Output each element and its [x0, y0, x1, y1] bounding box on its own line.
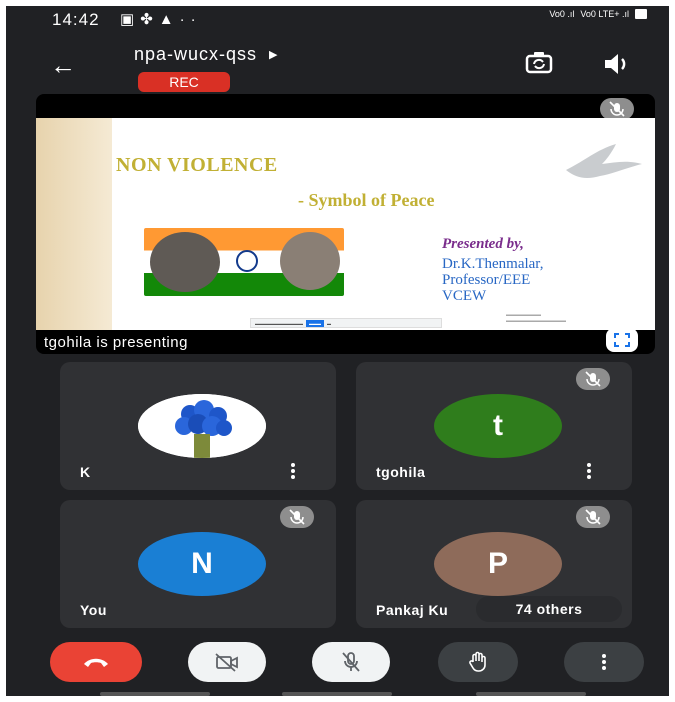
presenter-details: Dr.K.Thenmalar, Professor/EEE VCEW: [442, 256, 543, 304]
warning-icon: ▲: [158, 11, 180, 28]
gallery-icon: ▣: [120, 11, 141, 28]
shared-slide: NON VIOLENCE - Symbol of Peace Presented…: [36, 118, 655, 330]
participant-name: You: [80, 602, 107, 618]
participant-tile-tgohila[interactable]: t tgohila: [356, 362, 632, 490]
dove-icon: [566, 144, 642, 178]
share-bar-text: ▬▬▬▬▬▬▬▬▬▬▬▬: [255, 320, 303, 326]
fullscreen-icon: [614, 333, 630, 347]
muted-mic-icon: [576, 368, 610, 390]
avatar: t: [434, 394, 562, 458]
back-arrow-icon[interactable]: ←: [50, 52, 76, 78]
camera-toggle-button[interactable]: [188, 642, 266, 682]
muted-mic-icon: [576, 506, 610, 528]
participant-tile-you[interactable]: N You: [60, 500, 336, 628]
slide-border-decoration: [36, 118, 112, 330]
status-time: 14:42: [52, 10, 100, 29]
nav-handle-center: [282, 692, 392, 696]
stop-sharing-button: ▬▬▬: [306, 319, 324, 327]
meeting-code: npa-wucx-qss: [134, 44, 258, 64]
others-count-chip[interactable]: 74 others: [476, 596, 622, 622]
avatar: N: [138, 532, 266, 596]
meet-screen: 14:42 ▣✤▲·· Vo0 .ıl Vo0 LTE+ .ıl ← npa-w…: [6, 6, 669, 696]
slack-icon: ✤: [140, 11, 159, 28]
presenter-institution: VCEW: [442, 288, 487, 304]
screen-share-bar: ▬▬▬▬▬▬▬▬▬▬▬▬ ▬▬▬ ▬: [250, 318, 442, 328]
presenting-caption: tgohila is presenting: [44, 334, 188, 351]
slide-subtitle: - Symbol of Peace: [298, 190, 435, 210]
mic-toggle-button[interactable]: [312, 642, 390, 682]
avatar: [138, 394, 266, 458]
participant-name: tgohila: [376, 464, 426, 480]
presented-by-label: Presented by,: [442, 236, 524, 252]
more-dots-icon: ··: [179, 11, 202, 28]
expand-arrow-icon: ▶: [269, 49, 279, 61]
participant-name: K: [80, 464, 91, 480]
meeting-title[interactable]: npa-wucx-qss ▶: [134, 44, 279, 65]
recording-badge: REC: [138, 72, 230, 92]
fullscreen-button[interactable]: [606, 328, 638, 352]
chakra-icon: [236, 250, 258, 272]
participant-tile-k[interactable]: K: [60, 362, 336, 490]
sim1-signal-icon: Vo0 .ıl: [549, 9, 575, 19]
slide-title: NON VIOLENCE: [116, 154, 278, 176]
network-indicators: Vo0 .ıl Vo0 LTE+ .ıl: [549, 9, 647, 19]
more-options-icon[interactable]: [288, 460, 298, 482]
mic-off-icon: [342, 652, 360, 672]
raise-hand-icon: [469, 651, 486, 672]
avatar: P: [434, 532, 562, 596]
leaders-image: [144, 228, 344, 296]
notification-icons: ▣✤▲··: [120, 10, 202, 28]
switch-camera-icon[interactable]: [524, 50, 554, 76]
status-bar: 14:42 ▣✤▲·· Vo0 .ıl Vo0 LTE+ .ıl: [6, 6, 669, 34]
hide-button: ▬: [327, 320, 331, 326]
raise-hand-button[interactable]: [438, 642, 518, 682]
participant-name: Pankaj Ku: [376, 602, 449, 618]
nav-handle-left: [100, 692, 210, 696]
presentation-view[interactable]: NON VIOLENCE - Symbol of Peace Presented…: [36, 94, 655, 354]
more-vert-icon: [599, 651, 609, 673]
activation-watermark: ▬▬▬▬▬▬▬ ▬▬▬▬▬▬▬▬▬▬▬▬: [506, 312, 566, 324]
nav-handle-right: [476, 692, 586, 696]
presenter-name: Dr.K.Thenmalar,: [442, 256, 544, 272]
more-options-icon[interactable]: [584, 460, 594, 482]
more-options-button[interactable]: [564, 642, 644, 682]
muted-mic-icon: [280, 506, 314, 528]
presenter-title: Professor/EEE: [442, 272, 531, 288]
portrait-left: [150, 232, 220, 292]
end-call-button[interactable]: [50, 642, 142, 682]
battery-icon: [635, 9, 647, 19]
camera-off-icon: [215, 653, 238, 672]
speaker-icon[interactable]: [602, 52, 632, 76]
muted-mic-icon: [600, 98, 634, 120]
portrait-right: [280, 232, 340, 290]
hang-up-icon: [84, 658, 108, 667]
flowers-image: [138, 394, 266, 458]
sim2-signal-icon: Vo0 LTE+ .ıl: [580, 9, 629, 19]
